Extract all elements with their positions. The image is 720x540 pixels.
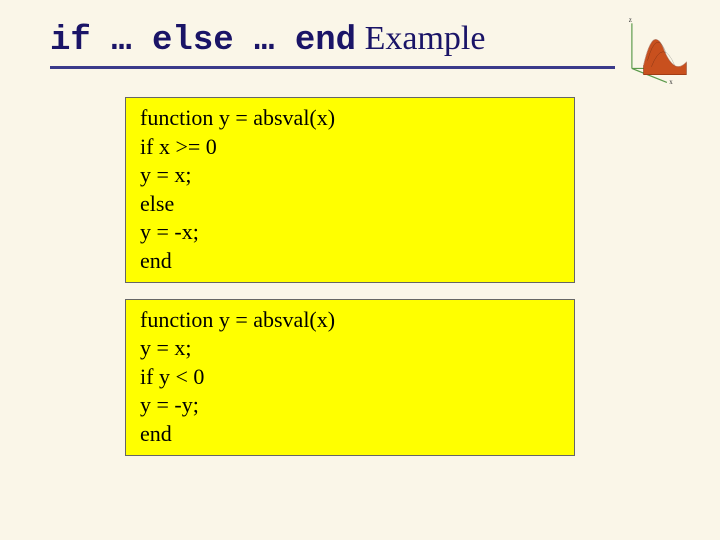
code-line: else bbox=[140, 190, 560, 219]
code-line: y = -x; bbox=[140, 218, 560, 247]
title-else: else bbox=[152, 22, 234, 60]
title-suffix: Example bbox=[356, 20, 485, 57]
code-box-2: function y = absval(x) y = x; if y < 0 y… bbox=[125, 299, 575, 456]
code-line: if x >= 0 bbox=[140, 133, 560, 162]
svg-text:z: z bbox=[629, 16, 632, 24]
title-divider bbox=[50, 66, 615, 69]
code-line: function y = absval(x) bbox=[140, 104, 560, 133]
title-if: if bbox=[50, 22, 91, 60]
title-end: end bbox=[295, 22, 356, 60]
code-line: end bbox=[140, 247, 560, 276]
slide-title: if … else … end Example bbox=[50, 20, 670, 60]
code-box-1: function y = absval(x) if x >= 0 y = x; … bbox=[125, 97, 575, 283]
code-line: y = x; bbox=[140, 334, 560, 363]
code-line: function y = absval(x) bbox=[140, 306, 560, 335]
code-line: if y < 0 bbox=[140, 363, 560, 392]
title-dots2: … bbox=[234, 22, 295, 60]
svg-text:x: x bbox=[669, 78, 673, 84]
code-line: end bbox=[140, 420, 560, 449]
slide-container: if … else … end Example function y = abs… bbox=[0, 0, 720, 502]
code-line: y = x; bbox=[140, 161, 560, 190]
code-line: y = -y; bbox=[140, 391, 560, 420]
title-dots1: … bbox=[91, 22, 152, 60]
matlab-logo-icon: y z x bbox=[624, 14, 702, 84]
